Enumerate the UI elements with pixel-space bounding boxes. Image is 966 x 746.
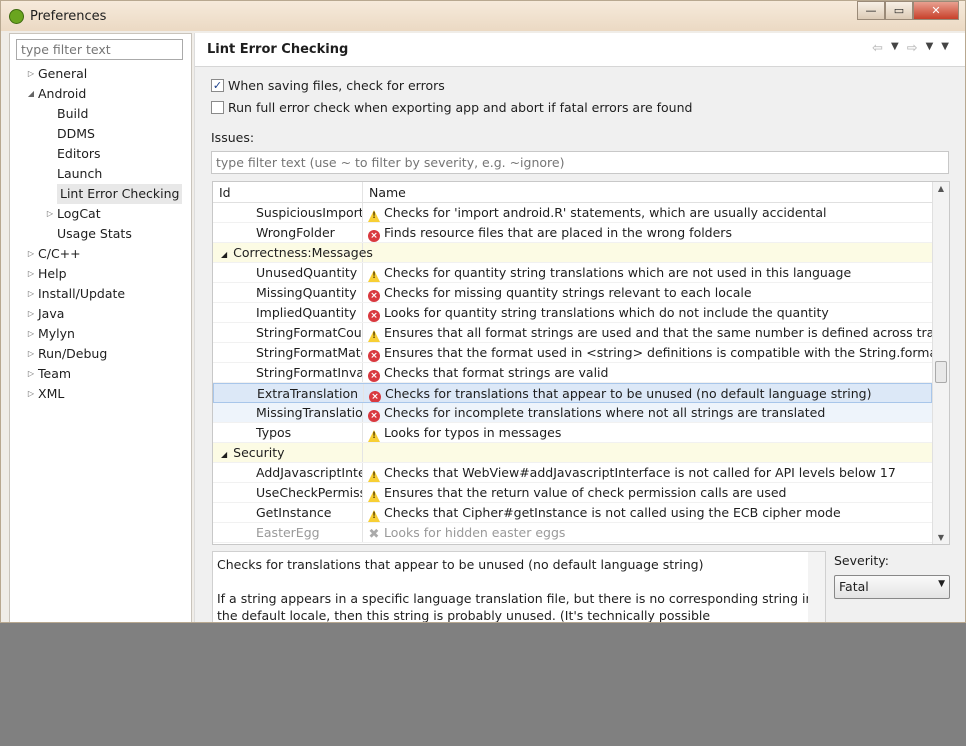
tree-item[interactable]: ▷ Mylyn	[10, 324, 191, 344]
warning-icon: !	[368, 470, 380, 482]
issue-row[interactable]: StringFormatCount! Ensures that all forma…	[213, 323, 932, 343]
expand-icon[interactable]: ▷	[24, 384, 38, 404]
view-menu-icon[interactable]: ▼	[941, 41, 949, 56]
preferences-tree: ▷ General ◢ Android Build DDMS Editors Launch Li…	[10, 64, 191, 404]
issue-row[interactable]: EasterEgg ✖ Looks for hidden easter eggs	[213, 523, 932, 543]
check-on-save-checkbox[interactable]: ✓ When saving files, check for errors	[211, 78, 445, 93]
issues-label: Issues:	[211, 130, 255, 145]
checkbox-checked-icon[interactable]: ✓	[211, 79, 224, 92]
warning-icon: !	[368, 510, 380, 522]
expand-icon[interactable]: ▷	[24, 324, 38, 344]
collapse-icon[interactable]: ◢	[221, 450, 227, 459]
back-menu-icon[interactable]: ▼	[891, 41, 899, 56]
forward-icon[interactable]: ⇨	[907, 41, 918, 56]
error-icon: ×	[368, 230, 380, 242]
severity-label: Severity:	[834, 553, 889, 568]
ignore-icon: ✖	[368, 527, 380, 542]
issue-row[interactable]: MissingTranslation × Checks for incomplete…	[213, 403, 932, 423]
close-button[interactable]: ✕	[913, 1, 959, 20]
warning-icon: !	[368, 430, 380, 442]
tree-item[interactable]: Build	[10, 104, 191, 124]
tree-item[interactable]: ▷ LogCat	[10, 204, 191, 224]
expand-icon[interactable]: ▷	[24, 304, 38, 324]
title-bar: Preferences — ▭ ✕	[1, 1, 965, 31]
issue-row[interactable]: ImpliedQuantity × Looks for quantity strin…	[213, 303, 932, 323]
scroll-thumb[interactable]	[935, 361, 947, 383]
warning-icon: !	[368, 270, 380, 282]
issue-row[interactable]: SuspiciousImport! Checks for 'import andr…	[213, 203, 932, 223]
error-icon: ×	[368, 290, 380, 302]
tree-item[interactable]: ▷ C/C++	[10, 244, 191, 264]
chevron-down-icon: ▼	[938, 579, 945, 589]
error-icon: ×	[368, 310, 380, 322]
table-scrollbar[interactable]: ▲ ▼	[932, 182, 949, 544]
issue-row[interactable]: WrongFolder × Finds resource files that ar…	[213, 223, 932, 243]
tree-item[interactable]: Launch	[10, 164, 191, 184]
expand-icon[interactable]: ◢	[24, 84, 38, 104]
description-scrollbar[interactable]	[808, 552, 825, 622]
error-icon: ×	[368, 370, 380, 382]
expand-icon[interactable]: ▷	[24, 344, 38, 364]
tree-item[interactable]: DDMS	[10, 124, 191, 144]
issue-description: Checks for translations that appear to b…	[212, 551, 826, 622]
lint-page: Lint Error Checking ⇦ ▼ ⇨ ▼ ▼ ✓ When saving…	[194, 33, 965, 622]
tree-item[interactable]: ▷ XML	[10, 384, 191, 404]
tree-item[interactable]: ▷ Run/Debug	[10, 344, 191, 364]
column-header-id[interactable]: Id	[213, 182, 363, 202]
issue-row[interactable]: UseCheckPermission!Ensures that the retu…	[213, 483, 932, 503]
collapse-icon[interactable]: ◢	[221, 250, 227, 259]
tree-item[interactable]: ◢ Android	[10, 84, 191, 104]
issues-table: Id Name SuspiciousImport! Checks for 'imp…	[212, 181, 950, 545]
issues-filter-input[interactable]	[211, 151, 949, 174]
expand-icon[interactable]: ▷	[24, 244, 38, 264]
minimize-button[interactable]: —	[857, 1, 885, 20]
tree-item[interactable]: Lint Error Checking	[10, 184, 191, 204]
category-row[interactable]: ◢ Security	[213, 443, 932, 463]
expand-icon[interactable]: ▷	[24, 64, 38, 84]
tree-item[interactable]: Editors	[10, 144, 191, 164]
full-check-checkbox[interactable]: Run full error check when exporting app …	[211, 100, 692, 115]
issue-row[interactable]: MissingQuantity × Checks for missing quant…	[213, 283, 932, 303]
severity-select[interactable]: Fatal ▼	[834, 575, 950, 599]
column-header-name[interactable]: Name	[363, 182, 949, 202]
issue-row[interactable]: StringFormatMatches×Ensures that the for…	[213, 343, 932, 363]
issue-row[interactable]: GetInstance! Checks that Cipher#getInstan…	[213, 503, 932, 523]
preferences-window: Preferences — ▭ ✕ ▷General◢AndroidBuildD…	[0, 0, 966, 623]
expand-icon[interactable]: ▷	[24, 264, 38, 284]
issue-row[interactable]: StringFormatInvalid×Checks that format s…	[213, 363, 932, 383]
error-icon: ×	[368, 410, 380, 422]
filter-input[interactable]	[16, 39, 183, 60]
window-title: Preferences	[30, 8, 107, 24]
back-icon[interactable]: ⇦	[872, 41, 883, 56]
tree-item[interactable]: ▷ General	[10, 64, 191, 84]
tree-item[interactable]: ▷ Help	[10, 264, 191, 284]
warning-icon: !	[368, 490, 380, 502]
tree-item[interactable]: ▷ Team	[10, 364, 191, 384]
maximize-button[interactable]: ▭	[885, 1, 913, 20]
issue-row[interactable]: UnusedQuantity! Checks for quantity strin…	[213, 263, 932, 283]
eclipse-app-icon	[9, 8, 24, 24]
page-title: Lint Error Checking	[207, 42, 349, 57]
error-icon: ×	[368, 350, 380, 362]
tree-item[interactable]: Usage Stats	[10, 224, 191, 244]
issue-row[interactable]: AddJavascriptInterface!Checks that WebVi…	[213, 463, 932, 483]
warning-icon: !	[368, 330, 380, 342]
warning-icon: !	[368, 210, 380, 222]
category-row[interactable]: ◢ Correctness:Messages	[213, 243, 932, 263]
preferences-sidebar: ▷General◢AndroidBuildDDMSEditorsLaunchLi…	[9, 33, 192, 622]
error-icon: ×	[369, 391, 381, 402]
expand-icon[interactable]: ▷	[24, 364, 38, 384]
issue-row[interactable]: ExtraTranslation × Checks for translations…	[213, 383, 932, 403]
expand-icon[interactable]: ▷	[43, 204, 57, 224]
expand-icon[interactable]: ▷	[24, 284, 38, 304]
issue-row[interactable]: Typos! Looks for typos in messages	[213, 423, 932, 443]
tree-item[interactable]: ▷ Java	[10, 304, 191, 324]
tree-item[interactable]: ▷ Install/Update	[10, 284, 191, 304]
forward-menu-icon[interactable]: ▼	[926, 41, 934, 56]
